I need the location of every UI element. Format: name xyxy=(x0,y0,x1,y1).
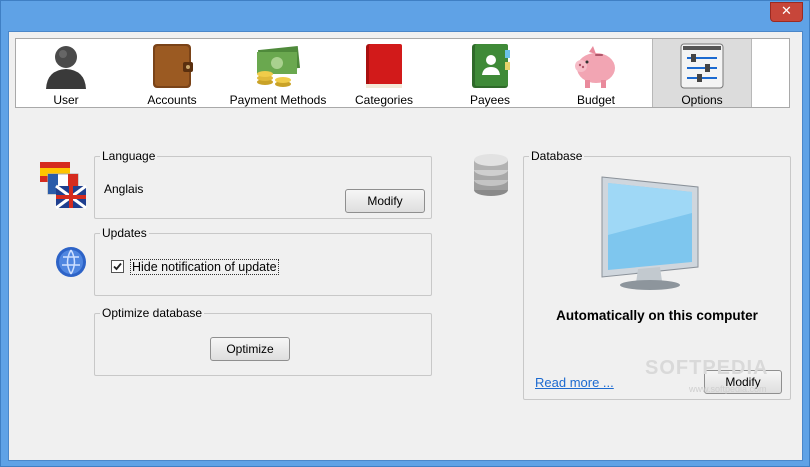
tab-user-label: User xyxy=(53,93,79,107)
softpedia-watermark-url: www.softpedia.com xyxy=(689,384,767,394)
main-toolbar: User Accounts Payment Methods Categories… xyxy=(15,38,790,108)
optimize-database-group: Optimize database Optimize xyxy=(94,306,432,376)
client-area: User Accounts Payment Methods Categories… xyxy=(8,31,803,461)
computer-monitor-icon xyxy=(601,176,699,290)
tab-categories[interactable]: Categories xyxy=(334,39,434,107)
tab-payees-label: Payees xyxy=(469,93,511,107)
red-book-icon xyxy=(366,44,402,88)
language-group-title: Language xyxy=(100,149,158,163)
optimize-button[interactable]: Optimize xyxy=(210,337,290,361)
hide-notification-label[interactable]: Hide notification of update xyxy=(130,259,279,275)
tab-categories-label: Categories xyxy=(354,93,414,107)
database-icon xyxy=(474,154,508,196)
database-status: Automatically on this computer xyxy=(556,308,758,323)
piggy-bank-icon xyxy=(575,46,615,88)
close-button[interactable]: ✕ xyxy=(770,2,803,22)
address-book-icon xyxy=(472,44,510,88)
checkmark-icon xyxy=(113,262,122,271)
money-icon xyxy=(257,45,301,87)
tab-options[interactable]: Options xyxy=(652,39,752,107)
updates-group-title: Updates xyxy=(100,226,149,240)
language-modify-button[interactable]: Modify xyxy=(345,189,425,213)
tab-options-label: Options xyxy=(681,93,723,107)
tab-payment-methods[interactable]: Payment Methods xyxy=(228,39,328,107)
optimize-database-group-title: Optimize database xyxy=(100,306,205,320)
softpedia-watermark: SOFTPEDIA xyxy=(645,357,769,379)
wallet-icon xyxy=(153,44,193,88)
tab-budget-label: Budget xyxy=(576,93,616,107)
tab-accounts-label: Accounts xyxy=(147,93,197,107)
title-bar[interactable]: ✕ xyxy=(1,1,809,31)
database-group-title: Database xyxy=(529,149,585,163)
hide-notification-checkbox[interactable] xyxy=(111,260,124,273)
language-value: Anglais xyxy=(104,182,144,196)
updates-group: Updates Hide notification of update xyxy=(94,226,432,296)
tab-payment-methods-label: Payment Methods xyxy=(229,93,327,107)
tab-accounts[interactable]: Accounts xyxy=(122,39,222,107)
tab-user[interactable]: User xyxy=(16,39,116,107)
language-flags-icon xyxy=(40,162,87,210)
read-more-link[interactable]: Read more ... xyxy=(535,375,614,390)
options-sliders-icon xyxy=(680,43,724,89)
tab-payees[interactable]: Payees xyxy=(440,39,540,107)
globe-update-icon xyxy=(56,247,86,277)
language-group: Language Anglais Modify xyxy=(94,149,432,219)
tab-budget[interactable]: Budget xyxy=(546,39,646,107)
app-window: ✕ User Accounts Payment Methods Categori… xyxy=(0,0,810,467)
user-icon xyxy=(46,46,86,89)
